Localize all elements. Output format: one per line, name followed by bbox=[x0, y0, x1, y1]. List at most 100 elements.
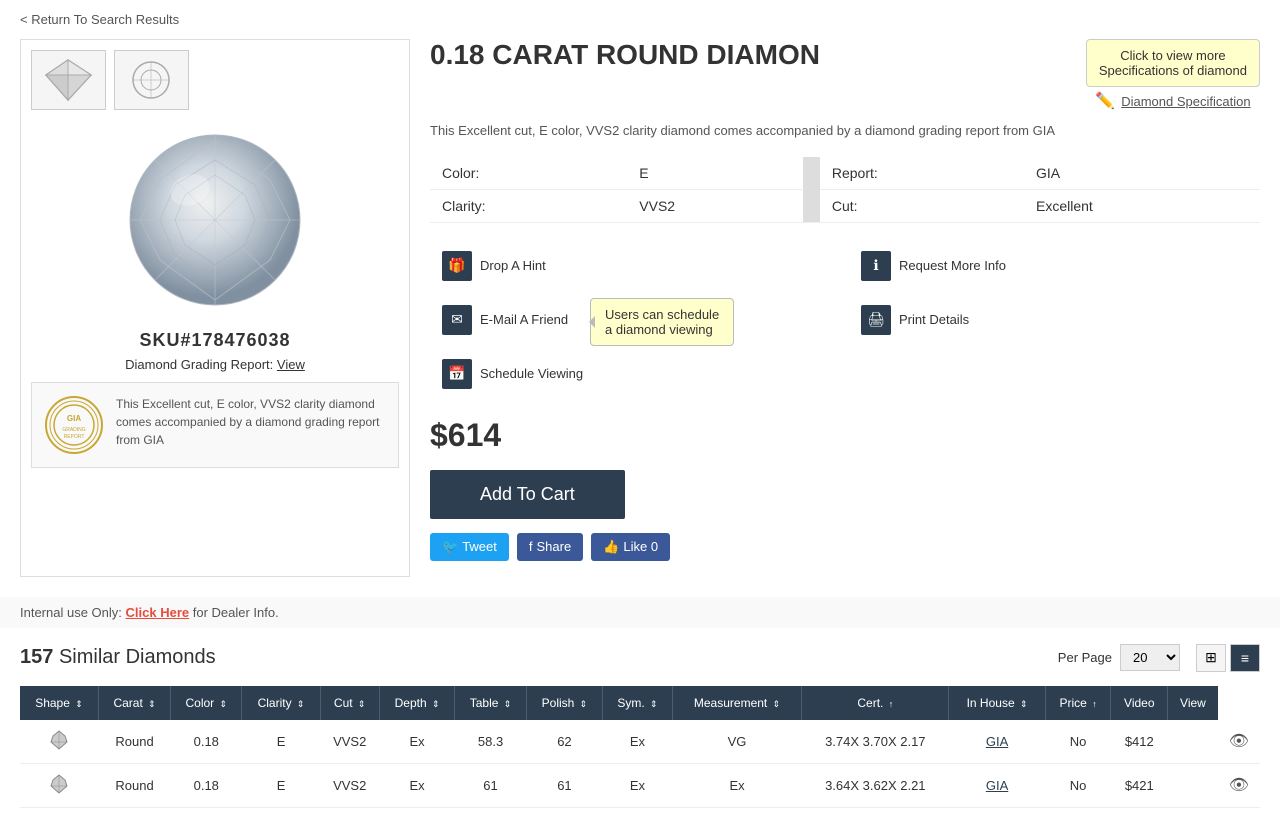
color-value: E bbox=[627, 157, 803, 190]
cell-price: $412 bbox=[1111, 720, 1168, 764]
cell-cert[interactable]: GIA bbox=[949, 720, 1046, 764]
col-price[interactable]: Price ↑ bbox=[1045, 686, 1111, 720]
cell-measurement: 3.64X 3.62X 2.21 bbox=[802, 763, 949, 807]
dealer-info-link[interactable]: Click Here bbox=[126, 605, 190, 620]
cell-color: E bbox=[242, 720, 320, 764]
col-color[interactable]: Color ⇕ bbox=[171, 686, 242, 720]
thumbnail-row bbox=[31, 50, 399, 110]
sku: SKU#178476038 bbox=[31, 330, 399, 351]
table-row: Round 0.18 E VVS2 Ex 58.3 62 Ex VG 3.74X… bbox=[20, 720, 1260, 764]
spec-link[interactable]: Diamond Specification bbox=[1121, 94, 1250, 109]
cut-value: Excellent bbox=[1024, 189, 1260, 222]
gia-box: GIA GRADING REPORT This Excellent cut, E… bbox=[31, 382, 399, 468]
cell-view[interactable]: 👁 bbox=[1218, 763, 1260, 807]
like-button[interactable]: 👍 Like 0 bbox=[591, 533, 670, 561]
cell-in-house: No bbox=[1045, 763, 1111, 807]
per-page-label: Per Page bbox=[1058, 650, 1112, 665]
cell-in-house: No bbox=[1045, 720, 1111, 764]
grid-view-button[interactable]: ⊞ bbox=[1196, 644, 1226, 672]
email-label: E-Mail A Friend bbox=[480, 312, 568, 327]
cell-shape-icon bbox=[20, 720, 99, 764]
share-button[interactable]: f Share bbox=[517, 533, 583, 561]
left-panel: SKU#178476038 Diamond Grading Report: Vi… bbox=[20, 39, 410, 577]
internal-text: Internal use Only: bbox=[20, 605, 122, 620]
view-toggles: ⊞ ≡ bbox=[1196, 644, 1260, 672]
spec-tooltip-wrapper: Click to view moreSpecifications of diam… bbox=[1086, 39, 1260, 111]
drop-hint-icon: 🎁 bbox=[442, 251, 472, 281]
similar-title: 157 Similar Diamonds bbox=[20, 646, 216, 669]
cell-sym: VG bbox=[672, 720, 802, 764]
cell-polish: Ex bbox=[603, 763, 673, 807]
facebook-icon: f bbox=[529, 539, 533, 554]
col-table[interactable]: Table ⇕ bbox=[455, 686, 526, 720]
cell-shape: Round bbox=[99, 763, 171, 807]
clarity-value: VVS2 bbox=[627, 189, 803, 222]
svg-text:REPORT: REPORT bbox=[64, 434, 85, 440]
return-link[interactable]: < Return To Search Results bbox=[0, 0, 1280, 39]
col-cert[interactable]: Cert. ↑ bbox=[802, 686, 949, 720]
similar-label: Similar Diamonds bbox=[59, 646, 216, 668]
table-header-row: Shape ⇕ Carat ⇕ Color ⇕ Clarity ⇕ Cut ⇕ … bbox=[20, 686, 1260, 720]
similar-count: 157 bbox=[20, 646, 53, 668]
cell-video bbox=[1168, 763, 1218, 807]
cell-cert[interactable]: GIA bbox=[949, 763, 1046, 807]
thumb-1[interactable] bbox=[31, 50, 106, 110]
col-sym[interactable]: Sym. ⇕ bbox=[603, 686, 673, 720]
view-icon[interactable]: 👁 bbox=[1229, 777, 1249, 794]
tweet-button[interactable]: 🐦 Tweet bbox=[430, 533, 509, 561]
twitter-icon: 🐦 bbox=[442, 539, 458, 555]
cell-depth: 61 bbox=[455, 763, 526, 807]
col-view: View bbox=[1168, 686, 1218, 720]
thumb-2[interactable] bbox=[114, 50, 189, 110]
diamond-image bbox=[115, 120, 315, 320]
cell-view[interactable]: 👁 bbox=[1218, 720, 1260, 764]
col-clarity[interactable]: Clarity ⇕ bbox=[242, 686, 320, 720]
print-details-button[interactable]: 🖨 Print Details bbox=[849, 297, 1260, 343]
social-buttons: 🐦 Tweet f Share 👍 Like 0 bbox=[430, 533, 1260, 561]
view-icon[interactable]: 👁 bbox=[1229, 733, 1249, 750]
like-icon: 👍 bbox=[603, 539, 619, 555]
drop-hint-button[interactable]: 🎁 Drop A Hint bbox=[430, 243, 841, 289]
price: $614 bbox=[430, 417, 1260, 454]
cell-clarity: VVS2 bbox=[320, 763, 379, 807]
color-label: Color: bbox=[430, 157, 627, 190]
report-value: GIA bbox=[1024, 157, 1260, 190]
table-row: Round 0.18 E VVS2 Ex 61 61 Ex Ex 3.64X 3… bbox=[20, 763, 1260, 807]
col-shape[interactable]: Shape ⇕ bbox=[20, 686, 99, 720]
internal-use-bar: Internal use Only: Click Here for Dealer… bbox=[0, 597, 1280, 628]
add-to-cart-button[interactable]: Add To Cart bbox=[430, 470, 625, 519]
spec-tooltip-text: Click to view moreSpecifications of diam… bbox=[1099, 48, 1247, 78]
grading-report: Diamond Grading Report: View bbox=[31, 357, 399, 372]
col-video: Video bbox=[1111, 686, 1168, 720]
per-page-control: Per Page 20 50 100 bbox=[1058, 644, 1180, 671]
cell-clarity: VVS2 bbox=[320, 720, 379, 764]
col-depth[interactable]: Depth ⇕ bbox=[379, 686, 455, 720]
svg-text:GIA: GIA bbox=[67, 414, 81, 423]
cell-carat: 0.18 bbox=[171, 763, 242, 807]
cell-polish: Ex bbox=[603, 720, 673, 764]
request-info-label: Request More Info bbox=[899, 258, 1006, 273]
return-link-text[interactable]: < Return To Search Results bbox=[20, 12, 179, 27]
spec-tooltip: Click to view moreSpecifications of diam… bbox=[1086, 39, 1260, 87]
specs-table: Color: E Report: GIA Clarity: VVS2 Cut: … bbox=[430, 157, 1260, 223]
request-info-button[interactable]: ℹ Request More Info bbox=[849, 243, 1260, 289]
schedule-viewing-button[interactable]: 📅 Schedule Viewing bbox=[430, 351, 841, 397]
col-polish[interactable]: Polish ⇕ bbox=[526, 686, 603, 720]
gia-logo: GIA GRADING REPORT bbox=[44, 395, 104, 455]
email-icon: ✉ bbox=[442, 305, 472, 335]
right-panel: 0.18 CARAT ROUND DIAMON Click to view mo… bbox=[430, 39, 1260, 577]
per-page-select[interactable]: 20 50 100 bbox=[1120, 644, 1180, 671]
col-carat[interactable]: Carat ⇕ bbox=[99, 686, 171, 720]
schedule-icon: 📅 bbox=[442, 359, 472, 389]
cell-video bbox=[1168, 720, 1218, 764]
list-view-button[interactable]: ≡ bbox=[1230, 644, 1260, 672]
edit-icon[interactable]: ✏️ bbox=[1095, 91, 1115, 111]
diamonds-table: Shape ⇕ Carat ⇕ Color ⇕ Clarity ⇕ Cut ⇕ … bbox=[20, 686, 1260, 808]
col-in-house[interactable]: In House ⇕ bbox=[949, 686, 1046, 720]
view-grading-link[interactable]: View bbox=[277, 357, 305, 372]
col-cut[interactable]: Cut ⇕ bbox=[320, 686, 379, 720]
cell-depth: 58.3 bbox=[455, 720, 526, 764]
cell-table: 61 bbox=[526, 763, 603, 807]
col-measurement[interactable]: Measurement ⇕ bbox=[672, 686, 802, 720]
product-title: 0.18 CARAT ROUND DIAMON bbox=[430, 39, 820, 71]
